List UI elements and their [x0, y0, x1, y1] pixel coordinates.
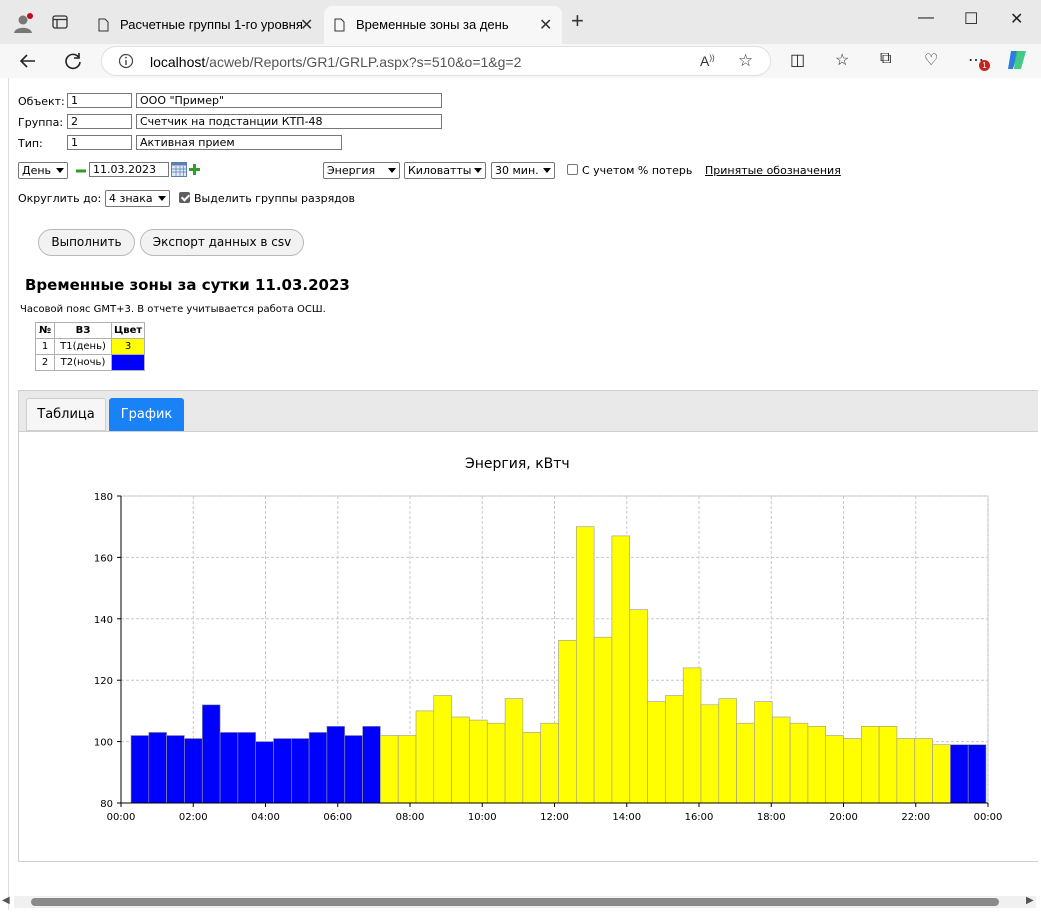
bar — [362, 725, 381, 804]
bar — [611, 535, 631, 804]
y-tick-label: 100 — [94, 738, 113, 749]
energy-chart: 80 100 120 140 160 180 00:00 02:00 04:00 06:00 08:… — [94, 492, 1003, 823]
bar — [290, 738, 310, 804]
bar — [202, 704, 221, 804]
x-tick-label: 12:00 — [540, 812, 569, 823]
y-tick-label: 140 — [94, 615, 113, 626]
bar — [878, 725, 898, 804]
bar — [575, 526, 595, 804]
y-tick-label: 160 — [94, 553, 113, 564]
scrollbar-thumb[interactable] — [31, 898, 999, 906]
bar — [647, 701, 666, 804]
x-tick-label: 18:00 — [757, 812, 786, 823]
bar — [219, 732, 239, 804]
x-tick-label: 22:00 — [901, 812, 930, 823]
x-tick-label: 02:00 — [179, 812, 208, 823]
bar — [237, 732, 256, 804]
bar — [344, 735, 363, 804]
bar — [718, 698, 737, 804]
bar — [166, 735, 185, 804]
scroll-left-icon[interactable]: ◀ — [2, 895, 10, 906]
bar — [130, 735, 150, 804]
bar — [682, 667, 702, 804]
bar — [255, 741, 274, 804]
bar — [380, 735, 399, 804]
bar — [665, 695, 684, 804]
bar — [308, 732, 328, 804]
bar — [558, 639, 577, 804]
bar — [540, 722, 559, 804]
bar — [967, 744, 987, 804]
bar — [736, 722, 755, 804]
x-tick-label: 06:00 — [323, 812, 352, 823]
scroll-right-icon[interactable]: ▶ — [1026, 895, 1034, 906]
bar — [629, 609, 648, 804]
bar — [504, 698, 524, 804]
bar — [700, 704, 720, 804]
y-tick-label: 180 — [94, 492, 113, 503]
bar — [860, 725, 880, 804]
bar — [825, 735, 844, 804]
bar — [771, 716, 791, 804]
x-tick-label: 14:00 — [612, 812, 641, 823]
x-tick-label: 00:00 — [974, 812, 1003, 823]
bar — [469, 719, 488, 804]
bar — [522, 732, 542, 804]
x-tick-label: 20:00 — [829, 812, 858, 823]
bar — [843, 738, 862, 804]
bar — [950, 744, 969, 804]
bar — [754, 701, 773, 804]
bar — [273, 738, 292, 804]
x-tick-label: 00:00 — [107, 812, 136, 823]
x-tick-label: 10:00 — [468, 812, 497, 823]
bar — [415, 710, 435, 804]
bar — [326, 725, 345, 804]
bar — [914, 738, 933, 804]
bar — [486, 722, 506, 804]
x-tick-label: 04:00 — [251, 812, 280, 823]
bar — [397, 735, 417, 804]
y-tick-label: 120 — [94, 676, 113, 687]
bar — [184, 738, 203, 804]
bar — [148, 732, 167, 804]
bar — [789, 722, 809, 804]
y-tick-label: 80 — [100, 799, 113, 810]
bar — [433, 695, 452, 804]
bar — [593, 636, 613, 804]
bar — [896, 738, 916, 804]
x-tick-label: 16:00 — [685, 812, 714, 823]
bar — [807, 725, 827, 804]
x-tick-label: 08:00 — [396, 812, 425, 823]
bar — [932, 744, 951, 804]
horizontal-scrollbar[interactable] — [14, 896, 1036, 908]
bar — [451, 716, 470, 804]
